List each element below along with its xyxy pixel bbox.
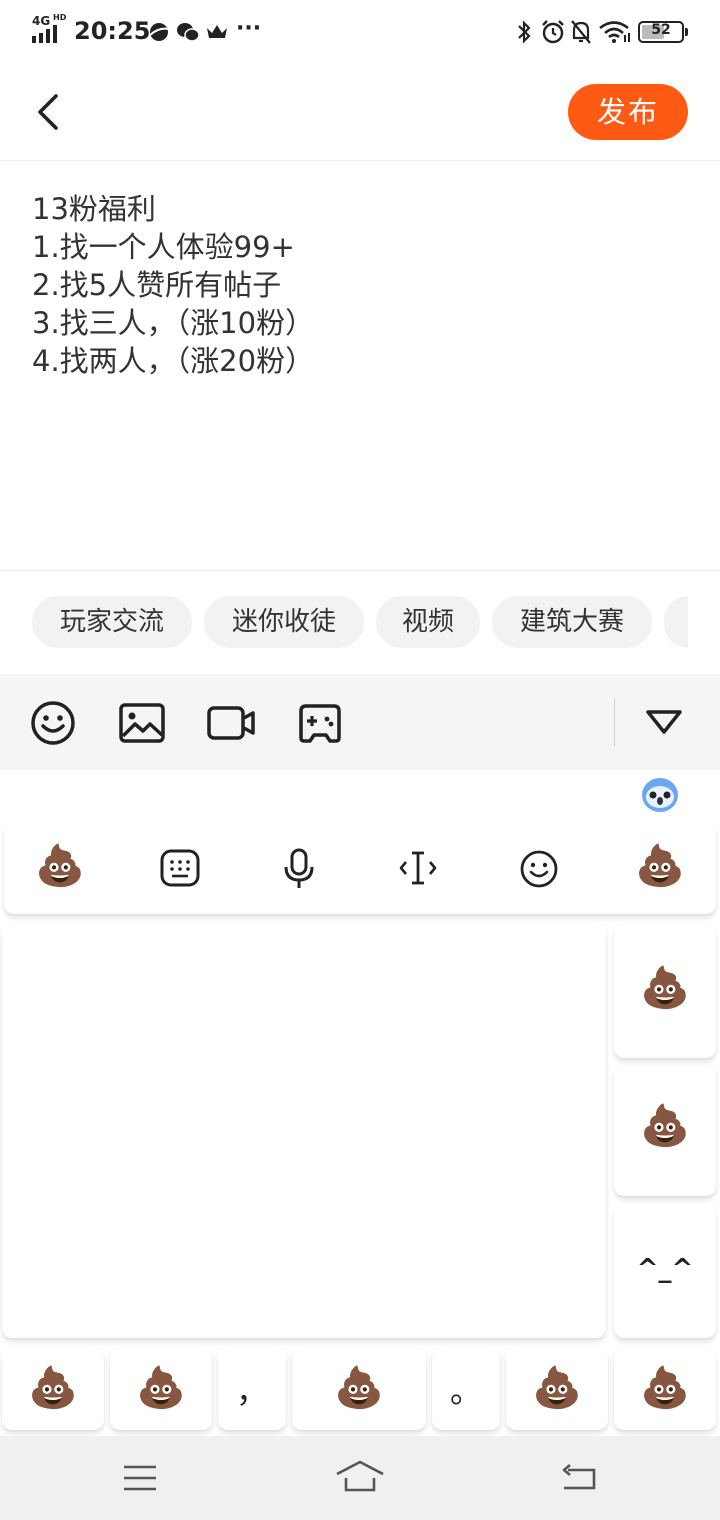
- period-key[interactable]: 。: [432, 1348, 500, 1430]
- poop-emoji: 💩: [28, 1365, 78, 1411]
- side-key-1[interactable]: 💩: [614, 924, 716, 1058]
- bottom-key-6[interactable]: 💩: [506, 1348, 608, 1430]
- image-icon[interactable]: [118, 702, 166, 744]
- bluetooth-icon: [518, 20, 531, 44]
- content-divider: [0, 570, 720, 571]
- side-key-2[interactable]: 💩: [614, 1066, 716, 1196]
- poop-emoji: 💩: [640, 965, 690, 1011]
- publish-button[interactable]: 发布: [568, 84, 688, 140]
- header-divider: [0, 160, 720, 161]
- more-notifications-icon: ···: [236, 16, 262, 41]
- poop-emoji: 💩: [334, 1365, 384, 1411]
- kaomoji-label: ^_^: [636, 1254, 694, 1284]
- status-time: 20:25: [74, 17, 151, 45]
- status-bar: 4G HD 20:25 ··· 52: [0, 0, 720, 64]
- keyboard-switch-icon[interactable]: [160, 849, 200, 887]
- soft-keyboard: 💩 💩 💩 💩 ^_^ 💩 💩 ， 💩 。 💩 💩: [0, 770, 720, 1436]
- bottom-key-1[interactable]: 💩: [2, 1348, 104, 1430]
- tag-player-exchange[interactable]: 玩家交流: [32, 596, 192, 648]
- home-icon[interactable]: [334, 1458, 386, 1494]
- mute-notification-icon: [571, 20, 591, 44]
- keyboard-mascot-icon[interactable]: [640, 776, 680, 814]
- wechat-icon: [177, 23, 200, 42]
- post-line: 1.找一个人体验99+: [32, 230, 295, 264]
- tag-building-contest[interactable]: 建筑大赛: [492, 596, 652, 648]
- post-text-editor[interactable]: 13粉福利 1.找一个人体验99+ 2.找5人赞所有帖子 3.找三人，（涨10粉…: [32, 190, 672, 380]
- video-icon[interactable]: [206, 704, 256, 742]
- tag-mini-apprentice[interactable]: 迷你收徒: [204, 596, 364, 648]
- crown-icon: [207, 25, 227, 38]
- tag-overflow[interactable]: [664, 596, 688, 648]
- gamepad-icon[interactable]: [298, 702, 342, 744]
- bottom-key-space[interactable]: 💩: [292, 1348, 426, 1430]
- poop-emoji-key[interactable]: 💩: [628, 846, 692, 886]
- poop-emoji: 💩: [136, 1365, 186, 1411]
- poop-emoji: 💩: [532, 1365, 582, 1411]
- network-suffix: HD: [53, 13, 67, 22]
- smiley-emoji-icon[interactable]: [519, 849, 559, 889]
- microphone-icon[interactable]: [283, 848, 315, 890]
- network-label: 4G: [32, 14, 51, 28]
- emoji-icon[interactable]: [30, 700, 76, 746]
- keyboard-top-bar: [4, 824, 716, 914]
- back-arrow-icon[interactable]: [30, 90, 66, 134]
- keyboard-candidate-area[interactable]: [2, 924, 606, 1338]
- signal-icon: 4G HD: [32, 13, 66, 44]
- poop-emoji: 💩: [640, 1365, 690, 1411]
- poop-emoji: 💩: [640, 1103, 690, 1149]
- poop-emoji-key[interactable]: 💩: [28, 846, 92, 886]
- comma-label: ，: [235, 1372, 268, 1410]
- wifi-icon: [599, 21, 630, 43]
- post-line: 3.找三人，（涨10粉）: [32, 306, 315, 340]
- side-key-3[interactable]: ^_^: [614, 1204, 716, 1338]
- bottom-key-7[interactable]: 💩: [614, 1348, 716, 1430]
- post-line: 4.找两人，（涨20粉）: [32, 344, 315, 378]
- menu-icon[interactable]: [122, 1464, 158, 1492]
- tag-video[interactable]: 视频: [376, 596, 480, 648]
- post-line: 2.找5人赞所有帖子: [32, 268, 282, 302]
- editor-toolbar: [0, 674, 720, 770]
- back-nav-icon[interactable]: [560, 1462, 600, 1492]
- period-label: 。: [449, 1372, 482, 1410]
- bottom-key-2[interactable]: 💩: [110, 1348, 212, 1430]
- comma-key[interactable]: ，: [218, 1348, 286, 1430]
- collapse-icon[interactable]: [644, 708, 684, 736]
- post-line: 13粉福利: [32, 192, 156, 226]
- battery-level: 52: [651, 22, 671, 38]
- planet-icon: [149, 23, 170, 41]
- cursor-move-icon[interactable]: [398, 850, 438, 886]
- battery-tip: [685, 28, 688, 36]
- alarm-icon: [542, 20, 564, 44]
- battery-icon: 52: [638, 21, 684, 43]
- system-nav-bar: [0, 1436, 720, 1520]
- toolbar-separator: [614, 698, 615, 746]
